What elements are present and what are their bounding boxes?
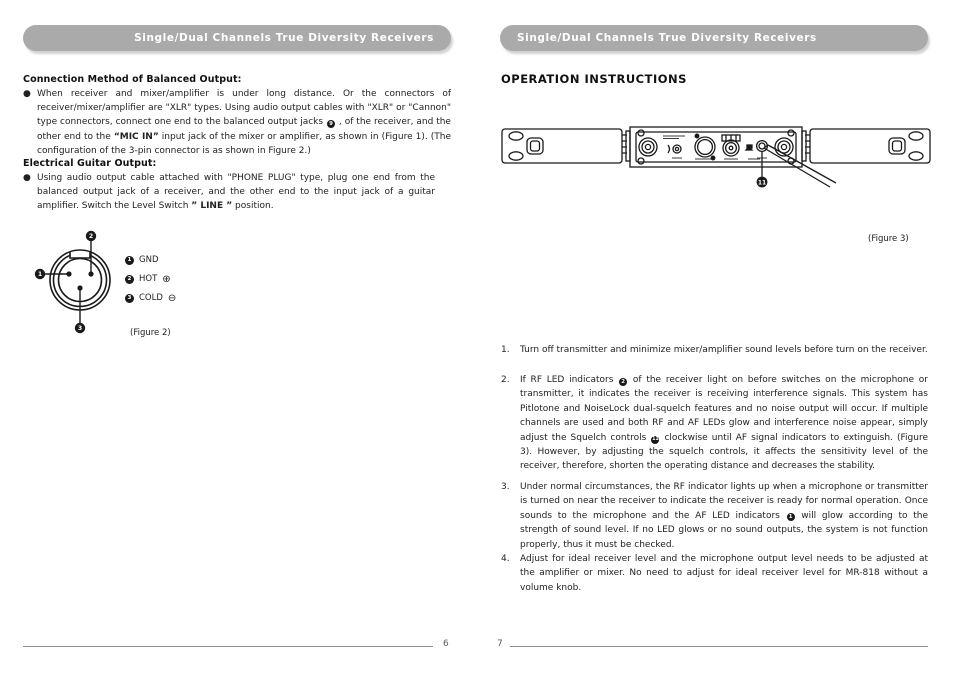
instruction-text-2: If RF LED indicators 2 of the receiver l…: [520, 375, 928, 472]
bullet-marker-icon-2: ●: [23, 173, 31, 183]
electrical-guitar-text: Using audio output cable attached with "…: [37, 171, 435, 214]
connection-method-heading: Connection Method of Balanced Output:: [23, 74, 242, 85]
plus-circle-icon: ⊕: [162, 273, 171, 285]
left-page-number: 6: [443, 639, 449, 649]
left-banner-title: Single/Dual Channels True Diversity Rece…: [134, 32, 434, 44]
pin-callout-3: 3: [78, 325, 82, 332]
electrical-guitar-heading: Electrical Guitar Output:: [23, 158, 157, 169]
instruction-item-3: 3. Under normal circumstances, the RF ind…: [501, 480, 928, 552]
operation-instructions-heading: OPERATION INSTRUCTIONS: [501, 72, 687, 86]
instruction-text-1: Turn off transmitter and minimize mixer/…: [520, 345, 928, 355]
instruction-index-4: 4.: [501, 554, 510, 564]
instruction-index-2: 2.: [501, 375, 510, 385]
instruction-item-1: 1. Turn off transmitter and minimize mixe…: [501, 343, 928, 357]
instruction-text-4: Adjust for ideal receiver level and the …: [520, 554, 928, 593]
left-page-banner: Single/Dual Channels True Diversity Rece…: [23, 25, 451, 51]
right-footer-rule: [510, 646, 928, 647]
inline-marker-2: 2: [619, 377, 628, 386]
right-banner-title: Single/Dual Channels True Diversity Rece…: [517, 32, 817, 44]
pin-callout-2: 2: [89, 233, 93, 240]
legend-row-hot: 2 HOT ⊕: [125, 274, 176, 284]
instruction-index-3: 3.: [501, 482, 510, 492]
instruction-text-3: Under normal circumstances, the RF indic…: [520, 482, 928, 550]
legend-row-gnd: 1 GND: [125, 255, 176, 265]
right-page-banner: Single/Dual Channels True Diversity Rece…: [500, 25, 928, 51]
electrical-guitar-bullet: ● Using audio output cable attached with…: [23, 171, 435, 214]
manual-spread: Single/Dual Channels True Diversity Rece…: [0, 0, 954, 675]
figure2-caption: (Figure 2): [130, 328, 171, 338]
xlr-pin-legend: 1 GND 2 HOT ⊕ 3 COLD ⊖: [125, 255, 176, 303]
instruction-item-4: 4. Adjust for ideal receiver level and th…: [501, 552, 928, 595]
inline-marker-11: 11: [651, 436, 660, 445]
pin-callout-1: 1: [38, 271, 42, 278]
guitar-text-b: position.: [235, 201, 274, 212]
line-bold: ” LINE ”: [191, 201, 233, 212]
figure3-receiver-panel: 11: [500, 125, 932, 195]
receiver-panel-drawing: 11: [501, 126, 931, 188]
legend-label-cold: COLD: [139, 293, 163, 303]
legend-number-2: 2: [125, 274, 134, 284]
squelch-callout-11: 11: [758, 179, 766, 186]
left-footer-rule: [23, 646, 433, 647]
legend-row-cold: 3 COLD ⊖: [125, 293, 176, 303]
legend-label-hot: HOT: [139, 274, 158, 284]
legend-number-1: 1: [125, 255, 134, 265]
figure3-caption: (Figure 3): [868, 234, 909, 244]
inline-marker-9: 9: [327, 119, 335, 128]
legend-label-gnd: GND: [139, 255, 159, 265]
left-page: Single/Dual Channels True Diversity Rece…: [0, 0, 477, 675]
instruction-item-2: 2. If RF LED indicators 2 of the receiver…: [501, 373, 928, 474]
mic-in-bold: “MIC IN”: [113, 131, 159, 142]
bullet-marker-icon: ●: [23, 89, 31, 99]
inline-marker-1: 1: [786, 513, 795, 522]
minus-circle-icon: ⊖: [167, 292, 177, 304]
connection-method-text: When receiver and mixer/amplifier is und…: [37, 87, 451, 158]
instruction-index-1: 1.: [501, 345, 510, 355]
right-page-number: 7: [497, 639, 503, 649]
connection-method-bullet: ● When receiver and mixer/amplifier is u…: [23, 87, 451, 158]
legend-number-3: 3: [125, 293, 134, 303]
